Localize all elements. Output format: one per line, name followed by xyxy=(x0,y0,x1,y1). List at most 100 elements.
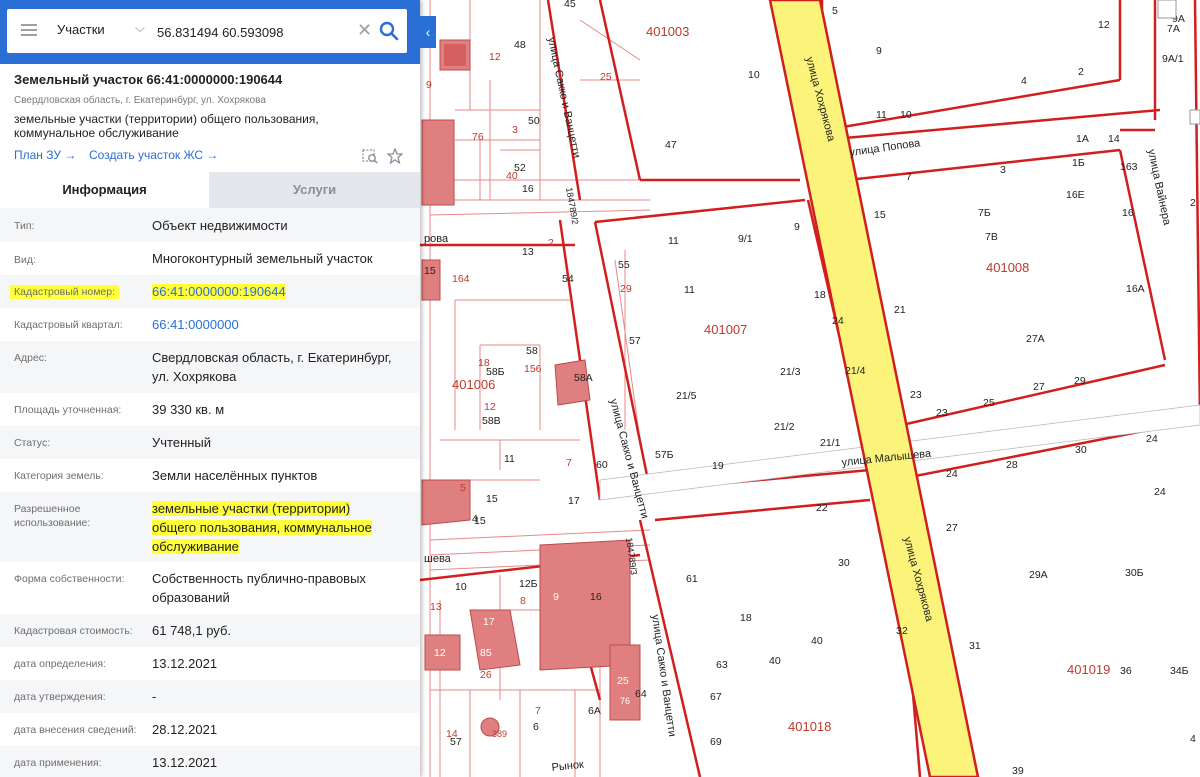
house-number: 2 xyxy=(1078,66,1084,78)
cadastral-number-link[interactable]: 66:41:0000000:190644 xyxy=(152,282,286,301)
collapse-panel-button[interactable]: ‹ xyxy=(420,16,436,48)
cadastral-quarter-link[interactable]: 66:41:0000000 xyxy=(152,315,412,334)
search-box: Участки ⌵ ✕ xyxy=(7,9,407,53)
house-number: 58 xyxy=(526,345,538,357)
house-number: 25 xyxy=(983,397,995,409)
row-category: Категория земель: Земли населённых пункт… xyxy=(0,459,420,492)
row-application-date: дата применения: 13.12.2021 xyxy=(0,746,420,777)
star-icon[interactable] xyxy=(387,148,403,164)
house-number: 3 xyxy=(1000,164,1006,176)
chevron-down-icon: ⌵ xyxy=(135,20,145,35)
create-parcel-link[interactable]: Создать участок ЖС → xyxy=(89,148,218,162)
house-number: 1А xyxy=(1076,133,1089,145)
house-number: 31 xyxy=(969,640,981,652)
plan-link[interactable]: План ЗУ → xyxy=(14,148,76,162)
house-number: 24 xyxy=(832,315,844,327)
house-number: 11 xyxy=(684,284,695,296)
house-number: 12Б xyxy=(519,578,538,590)
house-number: 61 xyxy=(686,573,698,585)
field-value: 13.12.2021 xyxy=(152,656,218,671)
house-number: 2 xyxy=(1190,197,1196,209)
parcel-title: Земельный участок 66:41:0000000:190644 xyxy=(14,72,283,87)
house-number: 54 xyxy=(562,273,574,285)
menu-icon[interactable] xyxy=(21,24,37,36)
field-value: Объект недвижимости xyxy=(152,218,288,233)
house-number: 58А xyxy=(574,372,593,384)
house-number: 19 xyxy=(712,460,724,472)
row-entry-date: дата внесения сведений: 28.12.2021 xyxy=(0,713,420,746)
house-number: 58В xyxy=(482,415,501,427)
house-number: 9 xyxy=(553,591,559,603)
address-line: Свердловская область, г. Екатеринбург, xyxy=(152,350,392,365)
house-number: 26 xyxy=(480,669,492,681)
house-number: 2 xyxy=(548,237,554,249)
house-number: 12 xyxy=(434,647,446,659)
layer-select-label: Участки xyxy=(57,22,105,37)
label-line: Разрешенное xyxy=(14,503,81,515)
house-number: 16Е xyxy=(1066,189,1085,201)
house-number: 10 xyxy=(455,581,467,593)
house-number: 40 xyxy=(811,635,823,647)
house-number: 18 xyxy=(814,289,826,301)
field-label-text: Кадастровый номер: xyxy=(10,285,120,299)
field-label: дата определения: xyxy=(14,658,107,670)
house-number: 17 xyxy=(568,495,580,507)
ownership-line: образований xyxy=(152,590,230,605)
house-number: 5 xyxy=(460,482,466,494)
house-number: 69 xyxy=(710,736,722,748)
field-label: Статус: xyxy=(14,437,51,449)
layer-select[interactable]: Участки ⌵ xyxy=(57,20,149,42)
row-determination-date: дата определения: 13.12.2021 xyxy=(0,647,420,680)
house-number: 9 xyxy=(426,79,432,91)
house-number: 12 xyxy=(489,51,501,63)
field-label: Тип: xyxy=(14,220,35,232)
row-approval-date: дата утверждения: - xyxy=(0,680,420,713)
house-number: 27А xyxy=(1026,333,1045,345)
house-number: 24 xyxy=(1154,486,1166,498)
house-number: 10 xyxy=(748,69,760,81)
field-label: дата утверждения: xyxy=(14,691,106,703)
house-number: 14 xyxy=(1108,133,1120,145)
zoom-to-icon[interactable] xyxy=(362,148,378,164)
field-value: Свердловская область, г. Екатеринбург, у… xyxy=(152,348,412,386)
field-label: Кадастровый квартал: xyxy=(14,319,123,331)
search-input[interactable] xyxy=(157,21,352,43)
house-number: 9А/1 xyxy=(1162,53,1184,65)
field-label: дата внесения сведений: xyxy=(14,724,137,736)
block-number: 401003 xyxy=(646,24,689,39)
house-number: 36 xyxy=(1120,665,1132,677)
row-status: Статус: Учтенный xyxy=(0,426,420,459)
search-icon[interactable] xyxy=(379,21,399,41)
field-label: Форма собственности: xyxy=(14,573,125,585)
house-number: 30Б xyxy=(1125,567,1144,579)
field-label: Разрешенное использование: xyxy=(14,502,144,530)
clear-icon[interactable]: ✕ xyxy=(357,20,372,41)
field-value: - xyxy=(152,689,157,704)
house-number: 12 xyxy=(484,401,496,413)
house-number: 21/4 xyxy=(845,365,866,377)
house-number: 27 xyxy=(1033,381,1045,393)
house-number: 29 xyxy=(620,283,632,295)
field-value: земельные участки (территории) общего по… xyxy=(152,499,412,556)
house-number: 48 xyxy=(514,39,526,51)
house-number: 8 xyxy=(520,595,526,607)
house-number: 389 xyxy=(492,729,507,739)
field-value: Земли населённых пунктов xyxy=(152,468,318,483)
house-number: 21/1 xyxy=(820,437,841,449)
house-number: 18 xyxy=(478,357,490,369)
house-number: 29 xyxy=(1074,375,1086,387)
house-number: 25 xyxy=(617,675,629,687)
house-number: 64 xyxy=(635,688,647,700)
label-line: использование: xyxy=(14,517,91,529)
house-number: 15 xyxy=(424,265,436,277)
tab-info[interactable]: Информация xyxy=(0,172,209,208)
house-number: 156 xyxy=(524,363,542,375)
search-bar: Участки ⌵ ✕ xyxy=(0,0,420,64)
tab-services[interactable]: Услуги xyxy=(209,172,420,208)
house-number: 47 xyxy=(665,139,677,151)
house-number: 28 xyxy=(1006,459,1018,471)
field-label: Категория земель: xyxy=(14,470,104,482)
block-number: 401007 xyxy=(704,322,747,337)
house-number: 25 xyxy=(600,71,612,83)
house-number: 30 xyxy=(838,557,850,569)
